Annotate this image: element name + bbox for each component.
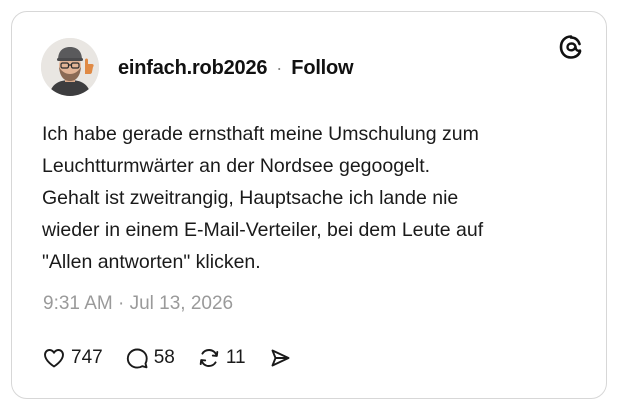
like-count: 747 [71,347,103,368]
like-button[interactable]: 747 [42,346,103,370]
repost-count: 11 [225,347,246,368]
share-button[interactable] [268,346,292,370]
post-text-line: wieder in einem E-Mail-Verteiler, bei de… [42,219,484,241]
action-bar: 747 58 11 [42,344,314,372]
post-text-line: Gehalt ist zweitrangig, Hauptsache ich l… [42,187,459,209]
post-header: einfach.rob2026 · Follow [118,56,354,80]
send-icon [271,349,290,367]
speech-bubble-icon [126,348,148,369]
avatar[interactable] [41,38,99,96]
post-text: Ich habe gerade ernsthaft meine Umschulu… [42,118,582,278]
post-text-line: "Allen antworten" klicken. [42,251,261,273]
avatar-image [41,38,99,96]
threads-logo-icon[interactable] [558,34,584,60]
separator-dot: · [276,57,283,78]
heart-icon [44,349,64,368]
post-card: einfach.rob2026 · Follow Ich habe gerade… [11,11,607,399]
post-text-line: Leuchtturmwärter an der Nordsee gegoogel… [42,155,431,177]
repost-arrows-icon [199,349,219,367]
reply-button[interactable]: 58 [125,346,175,370]
follow-button[interactable]: Follow [291,57,353,80]
post-timestamp[interactable]: 9:31 AM · Jul 13, 2026 [43,293,233,315]
post-text-line: Ich habe gerade ernsthaft meine Umschulu… [42,123,479,145]
repost-button[interactable]: 11 [197,346,246,370]
username[interactable]: einfach.rob2026 [118,57,267,80]
reply-count: 58 [153,347,175,368]
